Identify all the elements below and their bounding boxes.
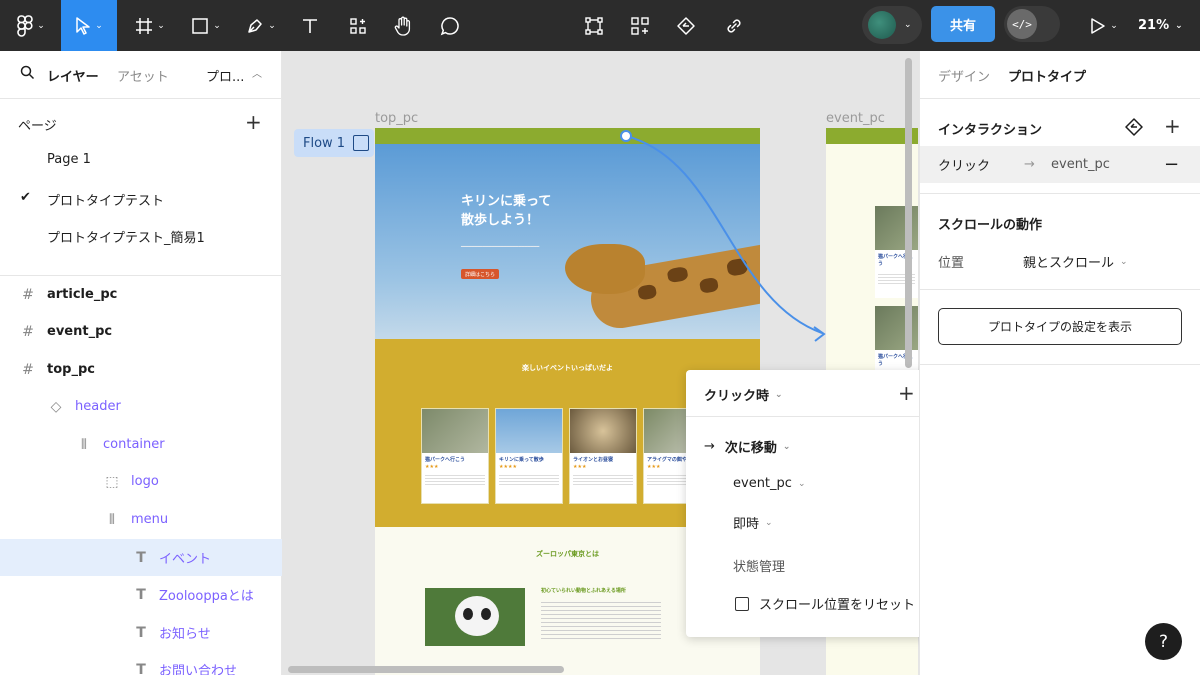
- interaction-row[interactable]: クリック → event_pc −: [920, 146, 1200, 183]
- arrow-right-icon: →: [704, 439, 715, 454]
- interaction-target: event_pc: [1051, 157, 1110, 172]
- chevron-down-icon: ⌄: [782, 441, 791, 452]
- action-dropdown[interactable]: → 次に移動 ⌄: [704, 437, 790, 456]
- chevron-down-icon: ⌄: [797, 478, 806, 489]
- reset-scroll-checkbox[interactable]: スクロール位置をリセット: [735, 594, 915, 613]
- interaction-details-popup: クリック時 ⌄ + → 次に移動 ⌄ event_pc ⌄ 即時 ⌄ 状態管理 スクロー…: [686, 370, 926, 637]
- interactions-header: インタラクション: [938, 123, 1043, 138]
- vertical-scrollbar[interactable]: [905, 58, 912, 368]
- add-action-button[interactable]: +: [898, 383, 915, 403]
- tab-design[interactable]: デザイン: [938, 66, 990, 85]
- prototype-settings-button[interactable]: プロトタイプの設定を表示: [938, 308, 1182, 345]
- trigger-dropdown[interactable]: クリック時 ⌄: [704, 385, 783, 404]
- reset-icon[interactable]: [1124, 117, 1144, 141]
- add-interaction-button[interactable]: +: [1164, 116, 1181, 136]
- position-dropdown[interactable]: 親とスクロール ⌄: [1023, 252, 1128, 271]
- scroll-behavior-header: スクロールの動作: [938, 218, 1043, 233]
- tab-prototype[interactable]: プロトタイプ: [1008, 66, 1086, 85]
- chevron-down-icon: ⌄: [775, 389, 783, 400]
- properties-panel: デザイン プロトタイプ インタラクション + クリック → event_pc −…: [919, 51, 1200, 675]
- remove-interaction-button[interactable]: −: [1164, 154, 1179, 175]
- horizontal-scrollbar[interactable]: [288, 666, 564, 673]
- state-management-label: 状態管理: [733, 560, 786, 575]
- checkbox[interactable]: [735, 596, 749, 611]
- chevron-down-icon: ⌄: [1120, 256, 1128, 267]
- interaction-trigger: クリック: [938, 159, 991, 174]
- arrow-right-icon: →: [1024, 157, 1035, 172]
- chevron-down-icon: ⌄: [765, 517, 773, 528]
- animation-dropdown[interactable]: 即時 ⌄: [733, 513, 773, 532]
- right-panel-tabs: デザイン プロトタイプ: [920, 51, 1200, 99]
- destination-dropdown[interactable]: event_pc ⌄: [733, 476, 805, 491]
- position-label: 位置: [938, 256, 965, 271]
- help-button[interactable]: ?: [1145, 623, 1182, 660]
